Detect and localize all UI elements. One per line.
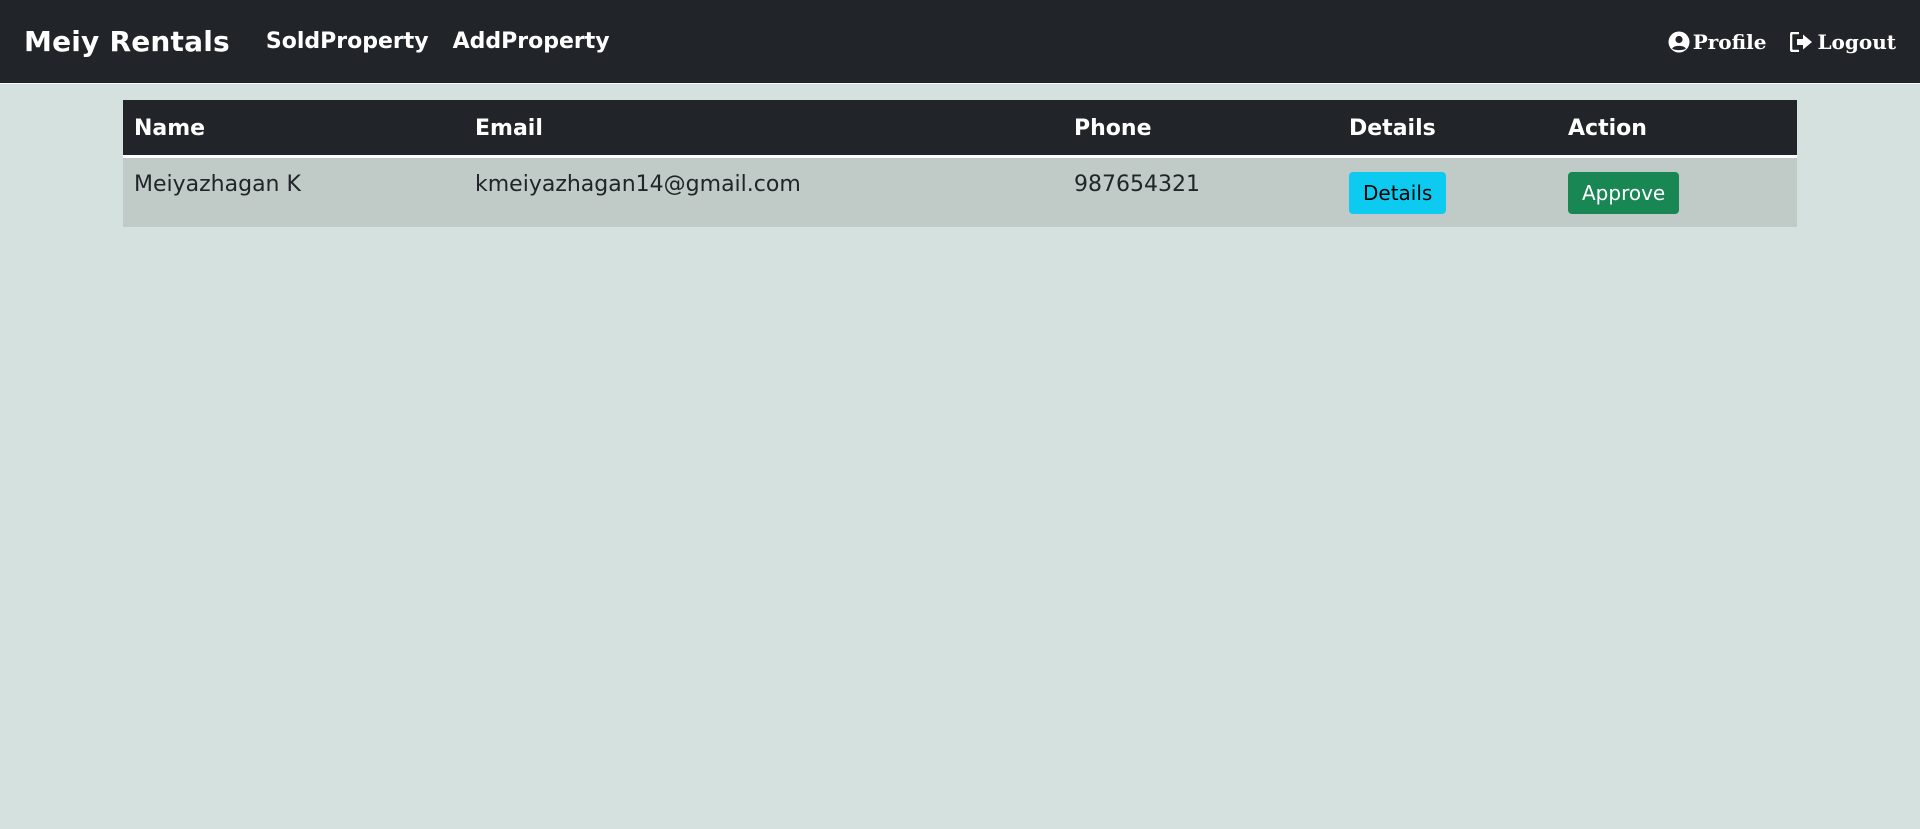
cell-details: Details (1338, 157, 1557, 227)
cell-email: kmeiyazhagan14@gmail.com (475, 172, 801, 197)
column-header-name: Name (123, 100, 464, 158)
user-circle-icon (1668, 31, 1690, 53)
top-navbar: Meiy Rentals SoldProperty AddProperty Pr… (0, 0, 1920, 84)
header-row: Name Email Phone Details Action (123, 100, 1797, 158)
details-button[interactable]: Details (1349, 172, 1447, 214)
column-header-details: Details (1338, 100, 1557, 158)
cell-name: Meiyazhagan K (134, 172, 301, 197)
approve-button[interactable]: Approve (1568, 172, 1680, 214)
table-body: Meiyazhagan K kmeiyazhagan14@gmail.com 9… (123, 156, 1797, 227)
cell-phone: 987654321 (1074, 172, 1200, 197)
column-header-phone: Phone (1063, 100, 1338, 158)
nav-link-add-property[interactable]: AddProperty (453, 29, 610, 54)
profile-label: Profile (1692, 29, 1767, 54)
nav-left: Meiy Rentals SoldProperty AddProperty (24, 25, 634, 58)
profile-link[interactable]: Profile (1668, 29, 1767, 54)
table-header: Name Email Phone Details Action (123, 100, 1797, 158)
brand-link[interactable]: Meiy Rentals (24, 25, 230, 58)
main-content: Name Email Phone Details Action Meiyazha… (0, 84, 1920, 227)
cell-action: Approve (1557, 157, 1797, 227)
nav-link-sold-property[interactable]: SoldProperty (266, 29, 429, 54)
pending-users-table: Name Email Phone Details Action Meiyazha… (123, 100, 1797, 227)
logout-label: Logout (1817, 29, 1896, 54)
logout-arrow-icon (1790, 31, 1814, 52)
table-row: Meiyazhagan K kmeiyazhagan14@gmail.com 9… (123, 156, 1797, 227)
logout-link[interactable]: Logout (1790, 30, 1896, 54)
column-header-action: Action (1557, 100, 1797, 158)
column-header-email: Email (464, 100, 1063, 158)
nav-right: Profile Logout (1644, 30, 1896, 54)
